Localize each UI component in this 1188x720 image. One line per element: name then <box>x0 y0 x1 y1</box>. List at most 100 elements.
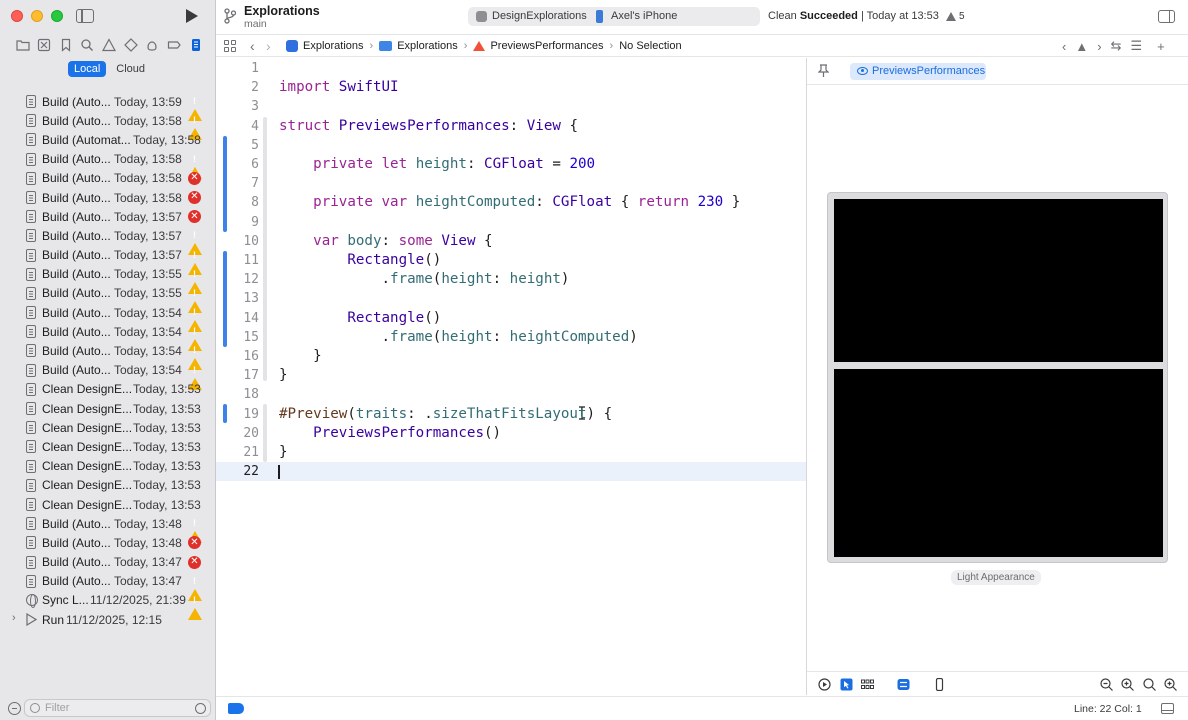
issue-icon[interactable] <box>102 37 117 52</box>
crumb-file[interactable]: PreviewsPerformances <box>473 40 604 52</box>
report-list-item[interactable]: › Run 11/12/2025, 12:15 <box>0 610 215 629</box>
line-number[interactable]: 10 <box>216 232 259 251</box>
add-editor-icon[interactable]: + <box>1157 39 1165 54</box>
code-line[interactable]: 16 } <box>216 347 806 366</box>
editor-options-icon[interactable]: ☰ <box>1130 38 1142 54</box>
scheme-name[interactable]: DesignExplorations <box>492 7 587 26</box>
code-text[interactable]: } <box>279 347 322 366</box>
report-list-item[interactable]: Build (Auto... Today, 13:58 ✕ <box>0 169 215 188</box>
code-line[interactable]: 18 <box>216 385 806 404</box>
code-line[interactable]: 3 <box>216 97 806 116</box>
sidebar-toggle-icon[interactable] <box>76 9 94 23</box>
code-line[interactable]: 7 <box>216 174 806 193</box>
disclosure-triangle-icon[interactable]: › <box>12 612 16 624</box>
code-line[interactable]: 19 #Preview(traits: .sizeThatFitsLayout) … <box>216 405 806 424</box>
line-number[interactable]: 6 <box>216 155 259 174</box>
code-line[interactable]: 15 .frame(height: heightComputed) <box>216 328 806 347</box>
code-line[interactable]: 6 private let height: CGFloat = 200 <box>216 155 806 174</box>
code-line[interactable]: 20 PreviewsPerformances() <box>216 424 806 443</box>
line-number[interactable]: 9 <box>216 213 259 232</box>
report-list-item[interactable]: Build (Auto... Today, 13:55 <box>0 284 215 313</box>
forward-arrow-icon[interactable]: › <box>266 38 271 54</box>
line-number[interactable]: 2 <box>216 78 259 97</box>
recent-filter-icon[interactable] <box>195 703 206 714</box>
line-number[interactable]: 4 <box>216 117 259 136</box>
code-line[interactable]: 5 <box>216 136 806 155</box>
source-control-icon[interactable] <box>37 37 52 52</box>
filter-options-icon[interactable] <box>8 702 21 715</box>
report-list-item[interactable]: Build (Auto... Today, 13:54 <box>0 361 215 390</box>
code-text[interactable]: private var heightComputed: CGFloat { re… <box>279 193 740 212</box>
bookmark-icon[interactable] <box>58 37 73 52</box>
scope-cloud-tab[interactable]: Cloud <box>110 61 151 77</box>
report-list-item[interactable]: Build (Auto... Today, 13:58 <box>0 150 215 179</box>
code-line[interactable]: 11 Rectangle() <box>216 251 806 270</box>
code-line[interactable]: 14 Rectangle() <box>216 309 806 328</box>
device-icon[interactable] <box>933 678 946 691</box>
code-line[interactable]: 17} <box>216 366 806 385</box>
test-icon[interactable] <box>123 37 138 52</box>
report-list-item[interactable]: Clean DesignE... Today, 13:53 <box>0 380 215 399</box>
line-number[interactable]: 12 <box>216 270 259 289</box>
appearance-label[interactable]: Light Appearance <box>951 570 1041 585</box>
report-list-item[interactable]: Clean DesignE... Today, 13:53 <box>0 495 215 514</box>
code-text[interactable]: Rectangle() <box>279 251 441 270</box>
report-list-item[interactable]: Build (Auto... Today, 13:47 ✕ <box>0 553 215 572</box>
code-line[interactable]: 21} <box>216 443 806 462</box>
line-number[interactable]: 15 <box>216 328 259 347</box>
code-text[interactable]: } <box>279 443 288 462</box>
code-line[interactable]: 12 .frame(height: height) <box>216 270 806 289</box>
code-line[interactable]: 10 var body: some View { <box>216 232 806 251</box>
report-list-item[interactable]: Build (Auto... Today, 13:54 <box>0 341 215 371</box>
report-list-item[interactable]: Clean DesignE... Today, 13:53 <box>0 476 215 495</box>
variants-grid-icon[interactable] <box>861 678 874 691</box>
code-text[interactable]: var body: some View { <box>279 232 492 251</box>
project-title[interactable]: Explorations <box>244 4 320 18</box>
report-list-item[interactable]: Build (Auto... Today, 13:54 <box>0 303 215 333</box>
code-text[interactable]: PreviewsPerformances() <box>279 424 501 443</box>
crumb-folder[interactable]: Explorations <box>379 40 458 52</box>
filter-input[interactable]: Filter <box>24 699 211 717</box>
previous-issue-icon[interactable]: ‹ <box>1062 39 1066 54</box>
code-text[interactable]: } <box>279 366 288 385</box>
report-list-item[interactable]: Build (Auto... Today, 13:48 ✕ <box>0 533 215 552</box>
report-list-item[interactable]: Clean DesignE... Today, 13:53 <box>0 437 215 456</box>
report-list-item[interactable]: Sync L... 11/12/2025, 21:39 <box>0 591 215 620</box>
zoom-in-icon[interactable] <box>1121 678 1134 691</box>
report-list-item[interactable]: Build (Auto... Today, 13:57 <box>0 246 215 275</box>
code-line[interactable]: 4 struct PreviewsPerformances: View { <box>216 117 806 136</box>
line-number[interactable]: 19 <box>216 405 259 424</box>
inspector-toggle-icon[interactable] <box>1158 10 1175 23</box>
report-list-item[interactable]: Build (Auto... Today, 13:58 <box>0 111 215 141</box>
source-editor[interactable]: 1 2 import SwiftUI 3 4 struct PreviewsPerform… <box>216 58 806 695</box>
code-line[interactable]: 8 private var heightComputed: CGFloat { … <box>216 193 806 212</box>
search-icon[interactable] <box>80 37 95 52</box>
code-line[interactable]: 22 <box>216 462 806 482</box>
line-number[interactable]: 21 <box>216 443 259 462</box>
zoom-window-button[interactable] <box>51 10 63 22</box>
report-icon[interactable] <box>188 37 203 52</box>
report-list-item[interactable]: Build (Auto... Today, 13:47 <box>0 572 215 601</box>
swap-editor-icon[interactable]: ⇆ <box>1111 38 1122 54</box>
back-arrow-icon[interactable]: ‹ <box>250 38 255 54</box>
code-line[interactable]: 9 <box>216 213 806 232</box>
code-text[interactable]: .frame(height: heightComputed) <box>279 328 637 347</box>
report-list-item[interactable]: Clean DesignE... Today, 13:53 <box>0 457 215 476</box>
report-list-item[interactable]: Build (Auto... Today, 13:54 <box>0 322 215 352</box>
line-number[interactable]: 11 <box>216 251 259 270</box>
code-line[interactable]: 2 import SwiftUI <box>216 78 806 97</box>
crumb-project[interactable]: Explorations <box>286 40 364 52</box>
debug-icon[interactable] <box>145 37 160 52</box>
line-number[interactable]: 18 <box>216 385 259 404</box>
code-text[interactable]: struct PreviewsPerformances: View { <box>279 117 578 136</box>
run-button[interactable] <box>186 9 198 23</box>
code-line[interactable]: 1 <box>216 59 806 78</box>
report-list-item[interactable]: Build (Auto... Today, 13:55 <box>0 265 215 294</box>
minimize-window-button[interactable] <box>31 10 43 22</box>
line-number[interactable]: 17 <box>216 366 259 385</box>
line-number[interactable]: 1 <box>216 59 259 78</box>
report-list-item[interactable]: Clean DesignE... Today, 13:53 <box>0 418 215 437</box>
report-list-item[interactable]: Clean DesignE... Today, 13:53 <box>0 399 215 418</box>
crumb-symbol[interactable]: No Selection <box>619 40 681 52</box>
report-list-item[interactable]: Build (Automat... Today, 13:58 <box>0 130 215 149</box>
